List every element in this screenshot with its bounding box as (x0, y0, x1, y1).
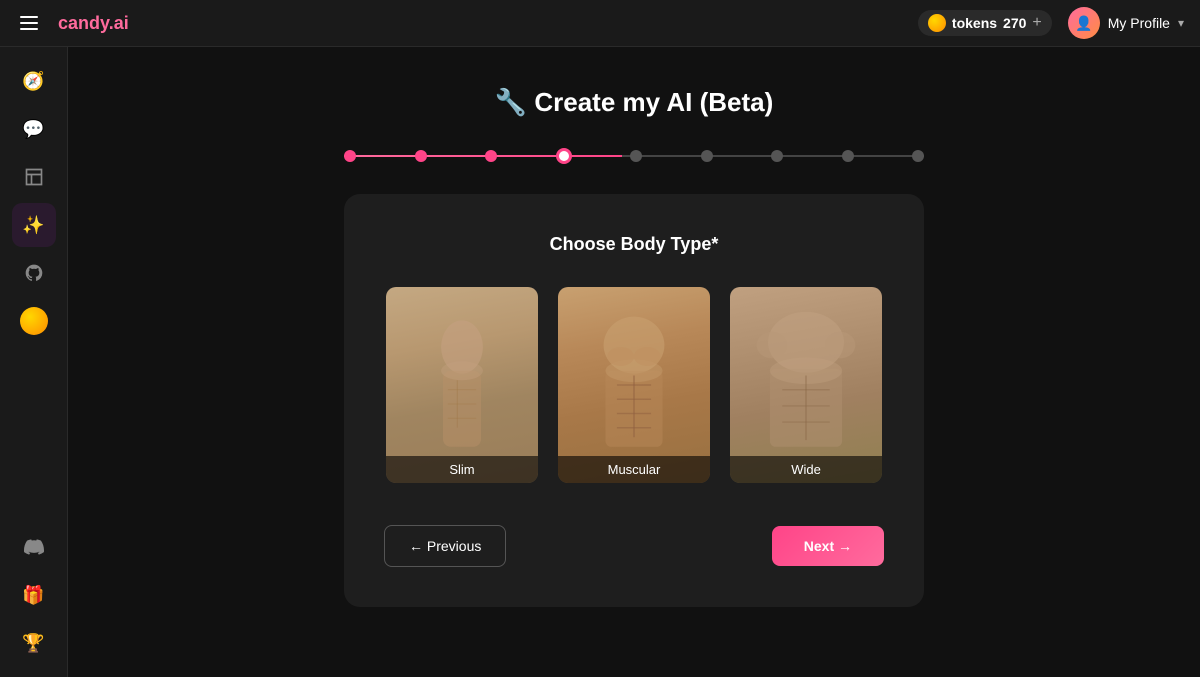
sidebar-bottom: 🎁 🏆 (12, 525, 56, 665)
sidebar-item-referral[interactable]: 🎁 (12, 573, 56, 617)
body-options: Slim (384, 285, 884, 485)
previous-button[interactable]: ← Previous (384, 525, 506, 567)
sidebar-top: 🧭 💬 ✨ (12, 59, 56, 343)
logo-text: candy (58, 13, 109, 33)
body-image-muscular (558, 287, 710, 483)
stepper-dot-3 (485, 150, 497, 162)
header: candy.ai tokens 270 + 👤 My Profile ▾ (0, 0, 1200, 47)
body-label-muscular: Muscular (558, 456, 710, 483)
body-image-slim (386, 287, 538, 483)
muscular-body-svg (558, 287, 710, 483)
next-button[interactable]: Next → (772, 526, 884, 566)
stepper-dot-9 (912, 150, 924, 162)
body-option-slim[interactable]: Slim (384, 285, 540, 485)
stepper-dot-6 (701, 150, 713, 162)
stepper-dot-5 (630, 150, 642, 162)
page-title: 🔧 Create my AI (Beta) (495, 87, 773, 118)
sidebar-item-feed[interactable] (12, 155, 56, 199)
logo: candy.ai (58, 13, 129, 34)
profile-section[interactable]: 👤 My Profile ▾ (1068, 7, 1184, 39)
slim-body-svg (386, 287, 538, 483)
body-image-wide (730, 287, 882, 483)
sidebar-item-chat[interactable]: 💬 (12, 107, 56, 151)
body-label-wide: Wide (730, 456, 882, 483)
card-title: Choose Body Type* (384, 234, 884, 255)
sidebar-item-github[interactable] (12, 251, 56, 295)
chevron-down-icon: ▾ (1178, 16, 1184, 30)
main-content: 🔧 Create my AI (Beta) Choose Body Type* (68, 47, 1200, 677)
hamburger-menu[interactable] (16, 12, 42, 34)
sidebar: 🧭 💬 ✨ � (0, 47, 68, 677)
avatar: 👤 (1068, 7, 1100, 39)
stepper (344, 148, 924, 164)
stepper-dots (344, 148, 924, 164)
stepper-dot-2 (415, 150, 427, 162)
sidebar-item-leaderboard[interactable]: 🏆 (12, 621, 56, 665)
header-left: candy.ai (16, 12, 129, 34)
tokens-label: tokens (952, 15, 997, 31)
body-option-muscular[interactable]: Muscular (556, 285, 712, 485)
stepper-dot-1 (344, 150, 356, 162)
sidebar-item-create[interactable]: ✨ (12, 203, 56, 247)
body-label-slim: Slim (386, 456, 538, 483)
tokens-add-button[interactable]: + (1032, 14, 1041, 32)
tokens-count: 270 (1003, 15, 1026, 31)
body-option-wide[interactable]: Wide (728, 285, 884, 485)
coin-icon (20, 307, 48, 335)
nav-buttons: ← Previous Next → (384, 525, 884, 567)
wide-body-svg (730, 287, 882, 483)
sidebar-item-coins[interactable] (12, 299, 56, 343)
creation-card: Choose Body Type* (344, 194, 924, 607)
stepper-dot-7 (771, 150, 783, 162)
logo-suffix: .ai (109, 13, 129, 33)
profile-name: My Profile (1108, 15, 1170, 31)
stepper-dot-4 (556, 148, 572, 164)
token-coin-icon (928, 14, 946, 32)
sidebar-item-explore[interactable]: 🧭 (12, 59, 56, 103)
sidebar-item-discord[interactable] (12, 525, 56, 569)
stepper-dot-8 (842, 150, 854, 162)
main-layout: 🧭 💬 ✨ � (0, 47, 1200, 677)
tokens-badge[interactable]: tokens 270 + (918, 10, 1052, 36)
header-right: tokens 270 + 👤 My Profile ▾ (918, 7, 1184, 39)
